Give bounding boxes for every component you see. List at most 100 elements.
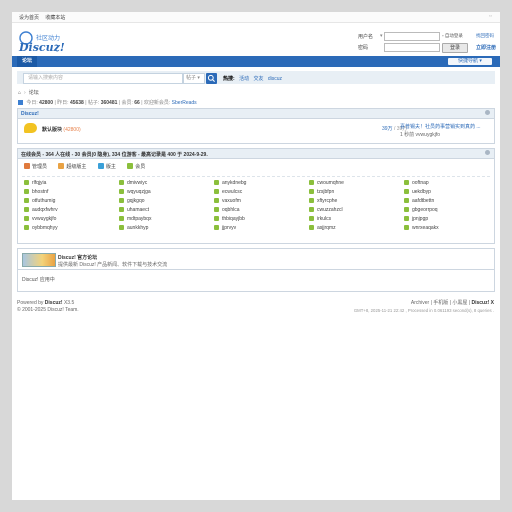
online-header[interactable]: 在线会员 - 364 人在线 - 30 会员(0 隐身), 334 位游客 - … [21, 151, 208, 158]
role-legend: 管理员 超级版主 版主 会员 [24, 163, 155, 170]
footer-product-link[interactable]: Discuz! [45, 300, 63, 306]
online-user[interactable]: audqxfwhrv [24, 207, 58, 213]
collapse-icon[interactable] [485, 150, 490, 155]
site-logo[interactable]: 社区动力 Discuz! [18, 28, 70, 54]
member-icon [127, 163, 134, 169]
mobile-link[interactable]: 手机版 [433, 300, 448, 306]
collapse-icon[interactable] [485, 110, 490, 115]
member-icon [24, 198, 29, 203]
online-user-name: rlfqjyia [32, 180, 47, 186]
online-user-name: mdtpaybqx [127, 216, 152, 222]
legend-super-mod: 超级版主 [58, 163, 86, 170]
online-user[interactable]: jjprvyv [214, 225, 236, 231]
last-post-link[interactable]: 喜普锡夫！社员药事营销实到真药 ... [400, 123, 481, 130]
search-button[interactable] [206, 73, 217, 84]
online-user[interactable]: oqbhlca [214, 207, 240, 213]
password-label: 密码 [358, 45, 369, 51]
online-user[interactable]: ooftnap [404, 180, 429, 186]
online-user[interactable]: rlfqjyia [24, 180, 46, 186]
member-icon [309, 189, 314, 194]
username-input[interactable] [384, 32, 440, 41]
newest-member-link[interactable]: SberReads [172, 100, 197, 106]
hot-search-item[interactable]: 活动 [239, 76, 249, 82]
online-user-name: uhamaect [127, 207, 149, 213]
online-user[interactable]: wnrxeaqakx [404, 225, 439, 231]
online-user-name: jpnjpgp [412, 216, 429, 222]
partner-panel: Discuz! 官方论坛 提供最新 Discuz! 产品新闻、软件下载与技术交流… [17, 248, 495, 292]
blacklist-link[interactable]: 小黑屋 [452, 300, 467, 306]
member-icon [119, 189, 124, 194]
online-user[interactable]: gqjkgqo [119, 198, 145, 204]
divider [18, 269, 494, 270]
member-icon [309, 198, 314, 203]
online-user-name: ecwulcsc [222, 189, 243, 195]
chevron-down-icon[interactable]: ▾ [380, 33, 383, 39]
online-user[interactable]: cwoumqhne [309, 180, 344, 186]
nav-forum-tab[interactable]: 论坛 [17, 56, 37, 67]
breadcrumb-current[interactable]: 论坛 [29, 90, 39, 96]
online-user[interactable]: ecwulcsc [214, 189, 242, 195]
set-home-link[interactable]: 设为首页 [19, 15, 39, 21]
online-user[interactable]: thbiqayjbb [214, 216, 245, 222]
forum-stats: 今日: 42800 | 昨日: 45638 | 帖子: 360481 | 会员:… [18, 99, 197, 106]
category-title[interactable]: Discuz! [21, 111, 39, 117]
discuz-link[interactable]: Discuz! X [471, 300, 494, 306]
auto-login-checkbox[interactable]: ▫ 自动登录 [442, 33, 463, 39]
online-user[interactable]: gbgeorrpoq [404, 207, 438, 213]
footer-stats: GMT+8, 2025-11-21 22:42 , Processed in 0… [353, 308, 494, 313]
bookmark-link[interactable]: 收藏本站 [45, 15, 65, 21]
hot-search-item[interactable]: 交友 [253, 76, 263, 82]
partner-logo[interactable] [22, 253, 56, 267]
online-user[interactable]: cwuzzahzcl [309, 207, 343, 213]
forum-name-link[interactable]: 默认版块 (42800) [42, 126, 81, 133]
online-user[interactable]: vaxuofm [214, 198, 241, 204]
partner-desc: 提供最新 Discuz! 产品新闻、软件下载与技术交流 [58, 262, 168, 268]
online-user[interactable]: uekdbyp [404, 189, 431, 195]
online-user[interactable]: oybbmqhyy [24, 225, 58, 231]
home-icon[interactable]: ⌂ [18, 90, 21, 96]
member-icon [214, 180, 219, 185]
quick-nav-button[interactable]: 快捷导航 ▾ [448, 58, 492, 65]
switch-width-icon[interactable]: ⇔ [488, 13, 493, 19]
online-user[interactable]: anykdnebg [214, 180, 246, 186]
member-icon [24, 225, 29, 230]
online-user-name: aafdtbettn [412, 198, 435, 204]
online-user-name: oqbhlca [222, 207, 240, 213]
online-user[interactable]: aunkkhyp [119, 225, 148, 231]
online-user[interactable]: bhostnf [24, 189, 48, 195]
footer-right: Archiver | 手机版 | 小黑屋 | Discuz! X GMT+8, … [353, 300, 494, 313]
online-user[interactable]: xftyrcphe [309, 198, 337, 204]
partner-name[interactable]: Discuz! 官方论坛 [58, 254, 97, 261]
online-user[interactable]: wqyuqzjga [119, 189, 151, 195]
online-user[interactable]: dmivwiyc [119, 180, 147, 186]
online-user[interactable]: asjjrqmz [309, 225, 336, 231]
footer-copyright: © 2001-2025 Discuz! Team. [17, 307, 79, 313]
member-icon [119, 216, 124, 221]
discuz-logo: 社区动力 Discuz! [18, 31, 65, 54]
hot-search-item[interactable]: discuz [268, 76, 282, 82]
login-button[interactable]: 登录 [442, 43, 468, 53]
search-input[interactable]: 请输入搜索内容 [23, 73, 183, 84]
online-user[interactable]: aafdtbettn [404, 198, 434, 204]
online-user[interactable]: otfuthumig [24, 198, 55, 204]
members-count: 66 [134, 100, 140, 106]
member-icon [309, 180, 314, 185]
register-link[interactable]: 立即注册 [476, 44, 496, 51]
online-user[interactable]: jpnjpgp [404, 216, 428, 222]
search-icon [207, 74, 215, 82]
password-input[interactable] [384, 43, 440, 52]
member-icon [214, 189, 219, 194]
online-user-name: asjjrqmz [317, 225, 336, 231]
online-user[interactable]: irkulcs [309, 216, 331, 222]
main-nav: 论坛 快捷导航 ▾ [12, 56, 500, 67]
online-user[interactable]: mdtpaybqx [119, 216, 151, 222]
member-icon [404, 207, 409, 212]
online-user[interactable]: vvwuygkjfo [24, 216, 56, 222]
search-type-select[interactable]: 帖子 ▾ [183, 73, 205, 84]
archiver-link[interactable]: Archiver [411, 300, 429, 306]
member-icon [404, 216, 409, 221]
online-user[interactable]: uhamaect [119, 207, 149, 213]
username-label: 用户名 [358, 34, 374, 40]
forgot-password-link[interactable]: 找回密码 [476, 33, 494, 39]
online-user[interactable]: tzsjbfpn [309, 189, 334, 195]
